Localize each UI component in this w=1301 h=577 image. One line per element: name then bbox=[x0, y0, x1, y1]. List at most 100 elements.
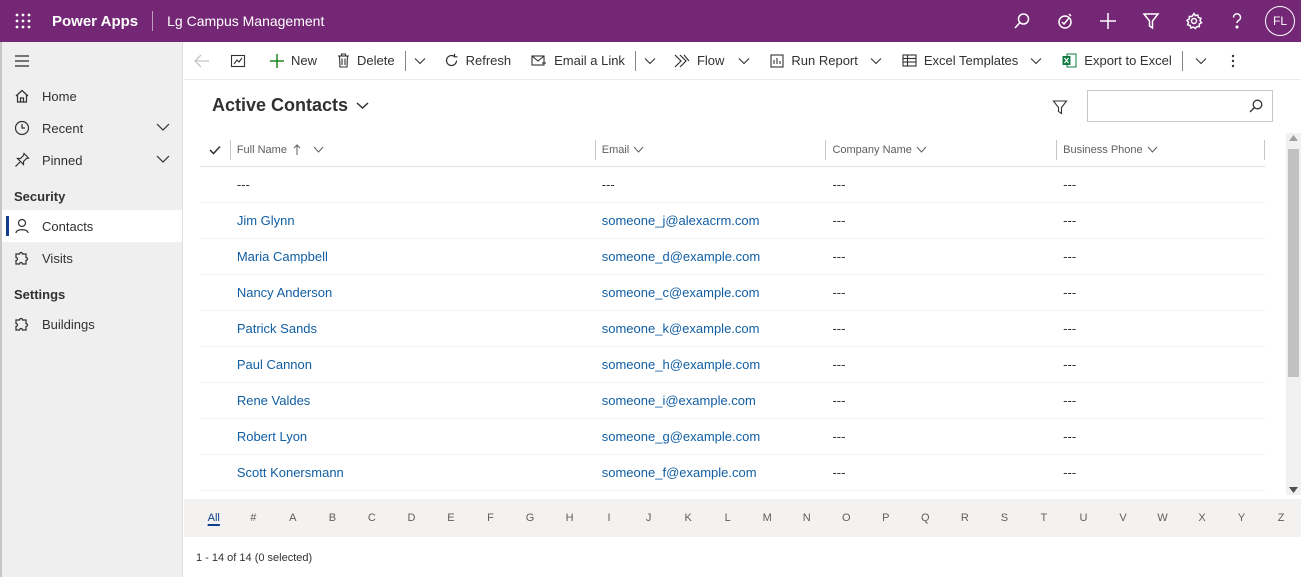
app-name[interactable]: Lg Campus Management bbox=[167, 13, 324, 29]
more-delete-chevron-icon[interactable] bbox=[406, 42, 434, 80]
alphabet-filter-g[interactable]: G bbox=[510, 512, 550, 524]
alphabet-filter-b[interactable]: B bbox=[313, 512, 353, 524]
email-cell[interactable]: someone_k@example.com bbox=[602, 321, 760, 336]
lightbulb-check-icon[interactable] bbox=[1043, 0, 1086, 42]
vertical-scrollbar[interactable] bbox=[1286, 133, 1301, 495]
email-cell[interactable]: someone_h@example.com bbox=[602, 357, 760, 372]
help-icon[interactable] bbox=[1215, 0, 1258, 42]
email-cell[interactable]: someone_c@example.com bbox=[602, 285, 760, 300]
chevron-down-icon[interactable] bbox=[870, 57, 882, 65]
alphabet-filter-c[interactable]: C bbox=[352, 512, 392, 524]
alphabet-filter-l[interactable]: L bbox=[708, 512, 748, 524]
filter-icon[interactable] bbox=[1052, 99, 1068, 115]
full-name-cell[interactable]: Maria Campbell bbox=[237, 249, 328, 264]
column-header-company-name[interactable]: Company Name bbox=[825, 139, 1056, 160]
flow-button[interactable]: Flow bbox=[664, 42, 760, 80]
app-launcher-icon[interactable] bbox=[0, 0, 46, 42]
alphabet-filter-h[interactable]: H bbox=[550, 512, 590, 524]
alphabet-filter-w[interactable]: W bbox=[1143, 512, 1183, 524]
alphabet-filter-p[interactable]: P bbox=[866, 512, 906, 524]
alphabet-filter-d[interactable]: D bbox=[392, 512, 432, 524]
back-button[interactable] bbox=[184, 42, 220, 80]
full-name-cell[interactable]: Rene Valdes bbox=[237, 393, 310, 408]
alphabet-filter-y[interactable]: Y bbox=[1222, 512, 1262, 524]
select-all-checkbox[interactable] bbox=[200, 145, 230, 155]
alphabet-filter-m[interactable]: M bbox=[747, 512, 787, 524]
chevron-down-icon[interactable] bbox=[738, 57, 750, 65]
alphabet-filter-j[interactable]: J bbox=[629, 512, 669, 524]
alphabet-filter-v[interactable]: V bbox=[1103, 512, 1143, 524]
table-row[interactable]: Paul Cannon someone_h@example.com --- --- bbox=[200, 347, 1265, 383]
table-row[interactable]: Maria Campbell someone_d@example.com --- --… bbox=[200, 239, 1265, 275]
avatar[interactable]: FL bbox=[1265, 6, 1295, 36]
search-icon[interactable] bbox=[1000, 0, 1043, 42]
search-input[interactable] bbox=[1088, 91, 1238, 121]
full-name-cell[interactable]: Patrick Sands bbox=[237, 321, 317, 336]
alphabet-filter-a[interactable]: A bbox=[273, 512, 313, 524]
hamburger-menu-icon[interactable] bbox=[2, 42, 182, 80]
alphabet-filter-o[interactable]: O bbox=[827, 512, 867, 524]
excel-templates-button[interactable]: Excel Templates bbox=[892, 42, 1052, 80]
table-row[interactable]: Scott Konersmann someone_f@example.com ---… bbox=[200, 455, 1265, 491]
full-name-cell[interactable]: Paul Cannon bbox=[237, 357, 312, 372]
alphabet-filter-f[interactable]: F bbox=[471, 512, 511, 524]
table-row[interactable]: Patrick Sands someone_k@example.com --- --- bbox=[200, 311, 1265, 347]
alphabet-filter-u[interactable]: U bbox=[1064, 512, 1104, 524]
search-icon[interactable] bbox=[1249, 99, 1263, 113]
table-row[interactable]: Robert Lyon someone_g@example.com --- --- bbox=[200, 419, 1265, 455]
chevron-down-icon[interactable] bbox=[156, 122, 170, 132]
alphabet-filter-i[interactable]: I bbox=[589, 512, 629, 524]
email-cell[interactable]: someone_j@alexacrm.com bbox=[602, 213, 760, 228]
nav-item-home[interactable]: Home bbox=[2, 80, 182, 112]
full-name-cell[interactable]: Jim Glynn bbox=[237, 213, 295, 228]
nav-item-pinned[interactable]: Pinned bbox=[2, 144, 182, 176]
alphabet-filter-t[interactable]: T bbox=[1024, 512, 1064, 524]
alphabet-filter-r[interactable]: R bbox=[945, 512, 985, 524]
alphabet-filter-all[interactable]: All bbox=[194, 512, 234, 524]
more-export-chevron-icon[interactable] bbox=[1183, 42, 1219, 80]
column-header-email[interactable]: Email bbox=[594, 139, 826, 160]
view-selector[interactable]: Active Contacts bbox=[212, 95, 369, 116]
table-row[interactable]: Jim Glynn someone_j@alexacrm.com --- --- bbox=[200, 203, 1265, 239]
alphabet-filter-x[interactable]: X bbox=[1182, 512, 1222, 524]
scrollbar-thumb[interactable] bbox=[1288, 149, 1299, 377]
table-row[interactable]: Rene Valdes someone_i@example.com --- --- bbox=[200, 383, 1265, 419]
alphabet-filter-e[interactable]: E bbox=[431, 512, 471, 524]
email-cell[interactable]: someone_f@example.com bbox=[602, 465, 757, 480]
more-email-chevron-icon[interactable] bbox=[636, 42, 664, 80]
email-cell[interactable]: someone_g@example.com bbox=[602, 429, 760, 444]
table-row[interactable]: --- --- --- --- bbox=[200, 167, 1265, 203]
full-name-cell[interactable]: Nancy Anderson bbox=[237, 285, 332, 300]
new-button[interactable]: New bbox=[260, 42, 327, 80]
alphabet-filter-hash[interactable]: # bbox=[234, 512, 274, 524]
full-name-cell[interactable]: Scott Konersmann bbox=[237, 465, 344, 480]
run-report-button[interactable]: Run Report bbox=[760, 42, 891, 80]
chart-view-button[interactable] bbox=[220, 42, 260, 80]
plus-icon[interactable] bbox=[1086, 0, 1129, 42]
chevron-down-icon[interactable] bbox=[1030, 57, 1042, 65]
chevron-down-icon[interactable] bbox=[156, 154, 170, 164]
nav-item-buildings[interactable]: Buildings bbox=[2, 308, 182, 340]
more-commands-icon[interactable] bbox=[1219, 42, 1247, 80]
alphabet-filter-k[interactable]: K bbox=[668, 512, 708, 524]
email-link-button[interactable]: Email a Link bbox=[521, 42, 635, 80]
scroll-up-icon[interactable] bbox=[1289, 135, 1298, 141]
filter-icon[interactable] bbox=[1129, 0, 1172, 42]
nav-item-recent[interactable]: Recent bbox=[2, 112, 182, 144]
email-cell[interactable]: someone_d@example.com bbox=[602, 249, 760, 264]
scroll-down-icon[interactable] bbox=[1289, 487, 1298, 493]
full-name-cell[interactable]: Robert Lyon bbox=[237, 429, 307, 444]
alphabet-filter-z[interactable]: Z bbox=[1261, 512, 1301, 524]
delete-button[interactable]: Delete bbox=[327, 42, 405, 80]
column-header-business-phone[interactable]: Business Phone bbox=[1056, 139, 1265, 160]
alphabet-filter-q[interactable]: Q bbox=[906, 512, 946, 524]
export-excel-button[interactable]: Export to Excel bbox=[1052, 42, 1181, 80]
alphabet-filter-n[interactable]: N bbox=[787, 512, 827, 524]
alphabet-filter-s[interactable]: S bbox=[985, 512, 1025, 524]
nav-item-visits[interactable]: Visits bbox=[2, 242, 182, 274]
brand-name[interactable]: Power Apps bbox=[52, 13, 138, 30]
column-header-full-name[interactable]: Full Name bbox=[229, 139, 595, 160]
gear-icon[interactable] bbox=[1172, 0, 1215, 42]
table-row[interactable]: Nancy Anderson someone_c@example.com --- --… bbox=[200, 275, 1265, 311]
refresh-button[interactable]: Refresh bbox=[434, 42, 522, 80]
